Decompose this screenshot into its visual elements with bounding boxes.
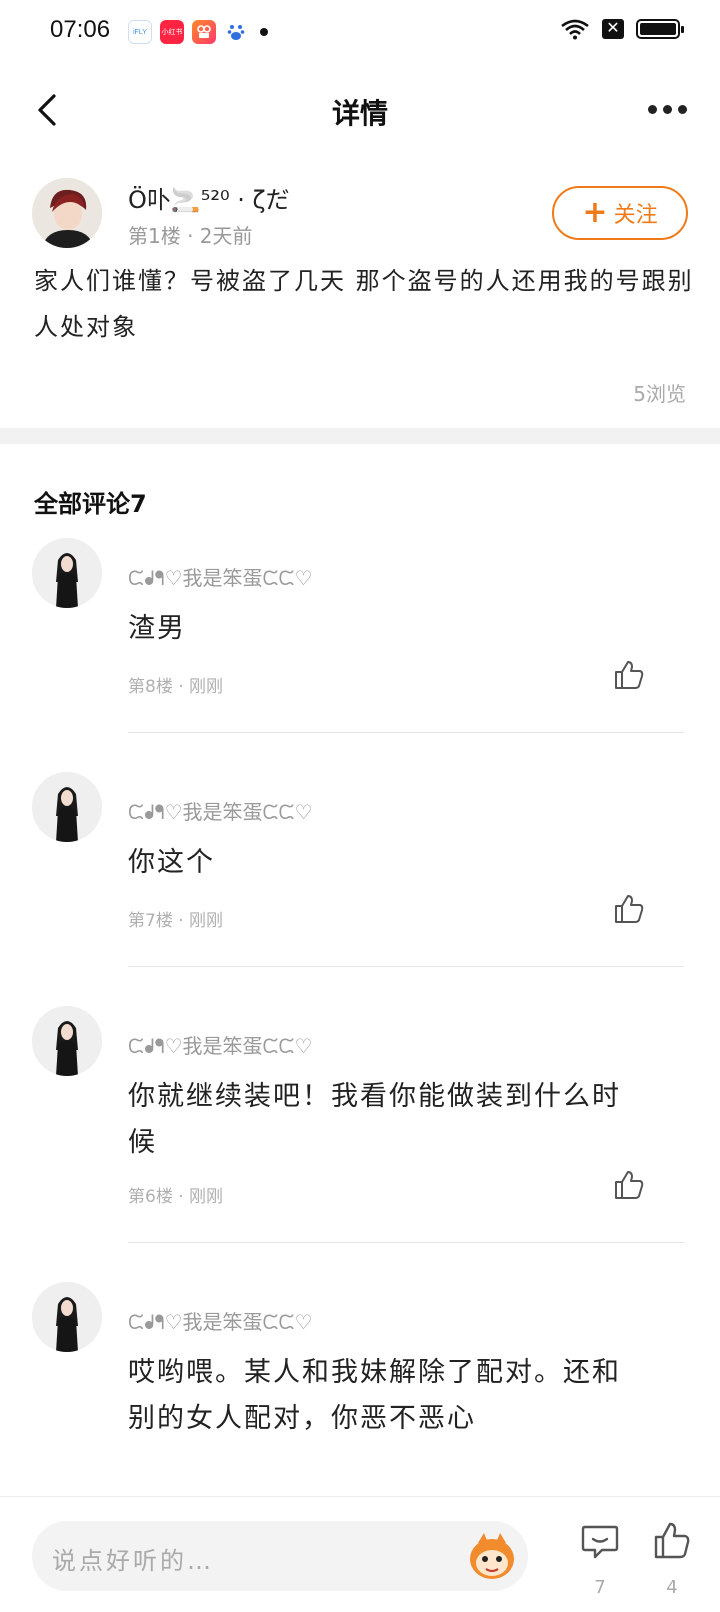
ifly-app-icon: iFLY (128, 20, 152, 44)
comment-text: 你这个 (128, 847, 215, 878)
like-icon[interactable] (652, 1521, 692, 1561)
like-count: 4 (666, 1577, 678, 1598)
comment-text: 哎哟喂。某人和我妹解除了配对。还和别的女人配对，你恶不恶心 (128, 1357, 621, 1434)
comment-text: 你就继续装吧！我看你能做装到什么时候 (128, 1081, 621, 1158)
comment-separator (128, 966, 684, 967)
commenter-avatar[interactable] (32, 772, 102, 842)
page-title: 详情 (331, 97, 388, 130)
wifi-icon (561, 19, 589, 40)
no-sim-icon: ✕ (602, 19, 624, 39)
author-name[interactable]: Ö卟🚬⁵²⁰ · ζだ (128, 180, 290, 215)
post-meta: 第1楼 · 2天前 (128, 224, 253, 248)
bottom-bar: 说点好听的… 7 4 (0, 1496, 720, 1612)
comment-separator (128, 732, 684, 733)
commenter-name[interactable]: ᙅᖱᖳ♡我是笨蛋ᙅᙅ♡ (128, 1030, 312, 1059)
notification-dot-icon (260, 28, 268, 36)
comment-item: ᙅᖱᖳ♡我是笨蛋ᙅᙅ♡ 哎哟喂。某人和我妹解除了配对。还和别的女人配对，你恶不恶… (0, 1282, 720, 1492)
battery-icon (636, 19, 684, 39)
baidu-app-icon (224, 20, 248, 44)
commenter-name[interactable]: ᙅᖱᖳ♡我是笨蛋ᙅᙅ♡ (128, 562, 312, 591)
view-count: 5浏览 (633, 382, 686, 406)
comment-input-placeholder: 说点好听的… (52, 1547, 214, 1575)
comment-input[interactable]: 说点好听的… (32, 1521, 528, 1591)
status-time: 07:06 (50, 16, 111, 43)
comment-icon[interactable] (580, 1521, 620, 1561)
comment-separator (128, 1242, 684, 1243)
section-divider (0, 428, 720, 444)
commenter-avatar[interactable] (32, 1282, 102, 1352)
comment-text: 渣男 (128, 613, 186, 644)
comments-header: 全部评论7 (34, 490, 147, 518)
plus-icon: + (582, 195, 608, 230)
status-app-icons: iFLY 小红书 (128, 20, 268, 44)
like-icon[interactable] (612, 658, 646, 692)
comment-item: ᙅᖱᖳ♡我是笨蛋ᙅᙅ♡ 你就继续装吧！我看你能做装到什么时候 第6楼 · 刚刚 (0, 1006, 720, 1256)
follow-button[interactable]: + 关注 (552, 186, 688, 240)
commenter-name[interactable]: ᙅᖱᖳ♡我是笨蛋ᙅᙅ♡ (128, 1306, 312, 1335)
status-right: ✕ (560, 18, 684, 40)
comment-item: ᙅᖱᖳ♡我是笨蛋ᙅᙅ♡ 你这个 第7楼 · 刚刚 (0, 772, 720, 972)
comment-meta: 第8楼 · 刚刚 (128, 677, 224, 697)
xiaohongshu-app-icon: 小红书 (160, 20, 184, 44)
like-icon[interactable] (612, 1168, 646, 1202)
more-icon[interactable] (648, 94, 692, 124)
comment-meta: 第7楼 · 刚刚 (128, 911, 224, 931)
commenter-avatar[interactable] (32, 1006, 102, 1076)
nav-bar: 详情 (0, 72, 720, 148)
author-avatar[interactable] (32, 178, 102, 248)
like-icon[interactable] (612, 892, 646, 926)
kuaishou-app-icon (192, 20, 216, 44)
commenter-name[interactable]: ᙅᖱᖳ♡我是笨蛋ᙅᙅ♡ (128, 796, 312, 825)
commenter-avatar[interactable] (32, 538, 102, 608)
comment-count: 7 (594, 1577, 606, 1598)
mascot-emoji-icon[interactable] (466, 1531, 518, 1581)
post-body: 家人们谁懂？号被盗了几天 那个盗号的人还用我的号跟别人处对象 (34, 267, 694, 341)
comment-meta: 第6楼 · 刚刚 (128, 1187, 224, 1207)
comment-item: ᙅᖱᖳ♡我是笨蛋ᙅᙅ♡ 渣男 第8楼 · 刚刚 (0, 538, 720, 738)
follow-label: 关注 (613, 203, 658, 228)
status-bar: 07:06 iFLY 小红书 ✕ (0, 0, 720, 64)
post-card: Ö卟🚬⁵²⁰ · ζだ 第1楼 · 2天前 + 关注 家人们谁懂？号被盗了几天 … (0, 170, 720, 424)
